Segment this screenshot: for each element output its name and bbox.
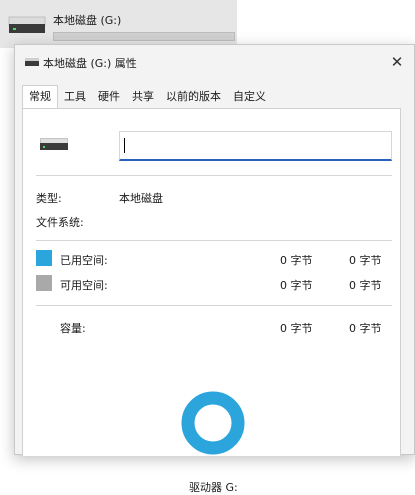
hard-drive-icon bbox=[8, 16, 46, 33]
filesystem-label: 文件系统: bbox=[36, 216, 84, 229]
used-space-label: 已用空间: bbox=[60, 254, 108, 267]
used-space-swatch bbox=[36, 250, 52, 266]
general-tab-panel: 类型: 本地磁盘 文件系统: 已用空间: 0 字节 0 字节 可用空间: 0 字… bbox=[22, 108, 401, 494]
capacity-label: 容量: bbox=[60, 322, 86, 335]
close-button[interactable]: ✕ bbox=[386, 51, 408, 73]
tab-general[interactable]: 常规 bbox=[22, 85, 58, 109]
free-space-size: 0 字节 bbox=[349, 279, 382, 292]
free-space-swatch bbox=[36, 275, 52, 291]
tab-sharing[interactable]: 共享 bbox=[126, 86, 160, 108]
dialog-titlebar[interactable]: 本地磁盘 (G:) 属性 ✕ bbox=[15, 45, 414, 79]
drive-letter-label: 驱动器 G: bbox=[189, 481, 238, 494]
properties-dialog: 本地磁盘 (G:) 属性 ✕ 常规 工具 硬件 共享 以前的版本 自定义 类型:… bbox=[14, 44, 415, 494]
explorer-drive-item[interactable]: 本地磁盘 (G:) bbox=[0, 0, 237, 48]
free-space-bytes: 0 字节 bbox=[280, 279, 313, 292]
used-space-size: 0 字节 bbox=[349, 254, 382, 267]
tab-strip: 常规 工具 硬件 共享 以前的版本 自定义 bbox=[22, 85, 272, 109]
usage-donut-chart bbox=[181, 391, 245, 455]
tab-previous-versions[interactable]: 以前的版本 bbox=[160, 86, 227, 108]
type-value: 本地磁盘 bbox=[119, 192, 163, 205]
free-space-label: 可用空间: bbox=[60, 279, 108, 292]
hard-drive-icon bbox=[40, 138, 68, 150]
text-caret bbox=[124, 138, 125, 153]
explorer-drive-label: 本地磁盘 (G:) bbox=[53, 14, 122, 27]
capacity-size: 0 字节 bbox=[349, 322, 382, 335]
tab-customize[interactable]: 自定义 bbox=[227, 86, 272, 108]
divider bbox=[36, 305, 392, 306]
type-label: 类型: bbox=[36, 192, 62, 205]
divider bbox=[36, 175, 392, 176]
close-icon: ✕ bbox=[390, 53, 404, 71]
used-space-bytes: 0 字节 bbox=[280, 254, 313, 267]
dialog-title: 本地磁盘 (G:) 属性 bbox=[43, 57, 137, 70]
capacity-bytes: 0 字节 bbox=[280, 322, 313, 335]
drive-title-icon bbox=[25, 58, 39, 66]
volume-name-input[interactable] bbox=[119, 131, 392, 161]
tab-tools[interactable]: 工具 bbox=[58, 86, 92, 108]
divider bbox=[36, 240, 392, 241]
explorer-drive-usage-bar bbox=[53, 32, 235, 41]
tab-hardware[interactable]: 硬件 bbox=[92, 86, 126, 108]
